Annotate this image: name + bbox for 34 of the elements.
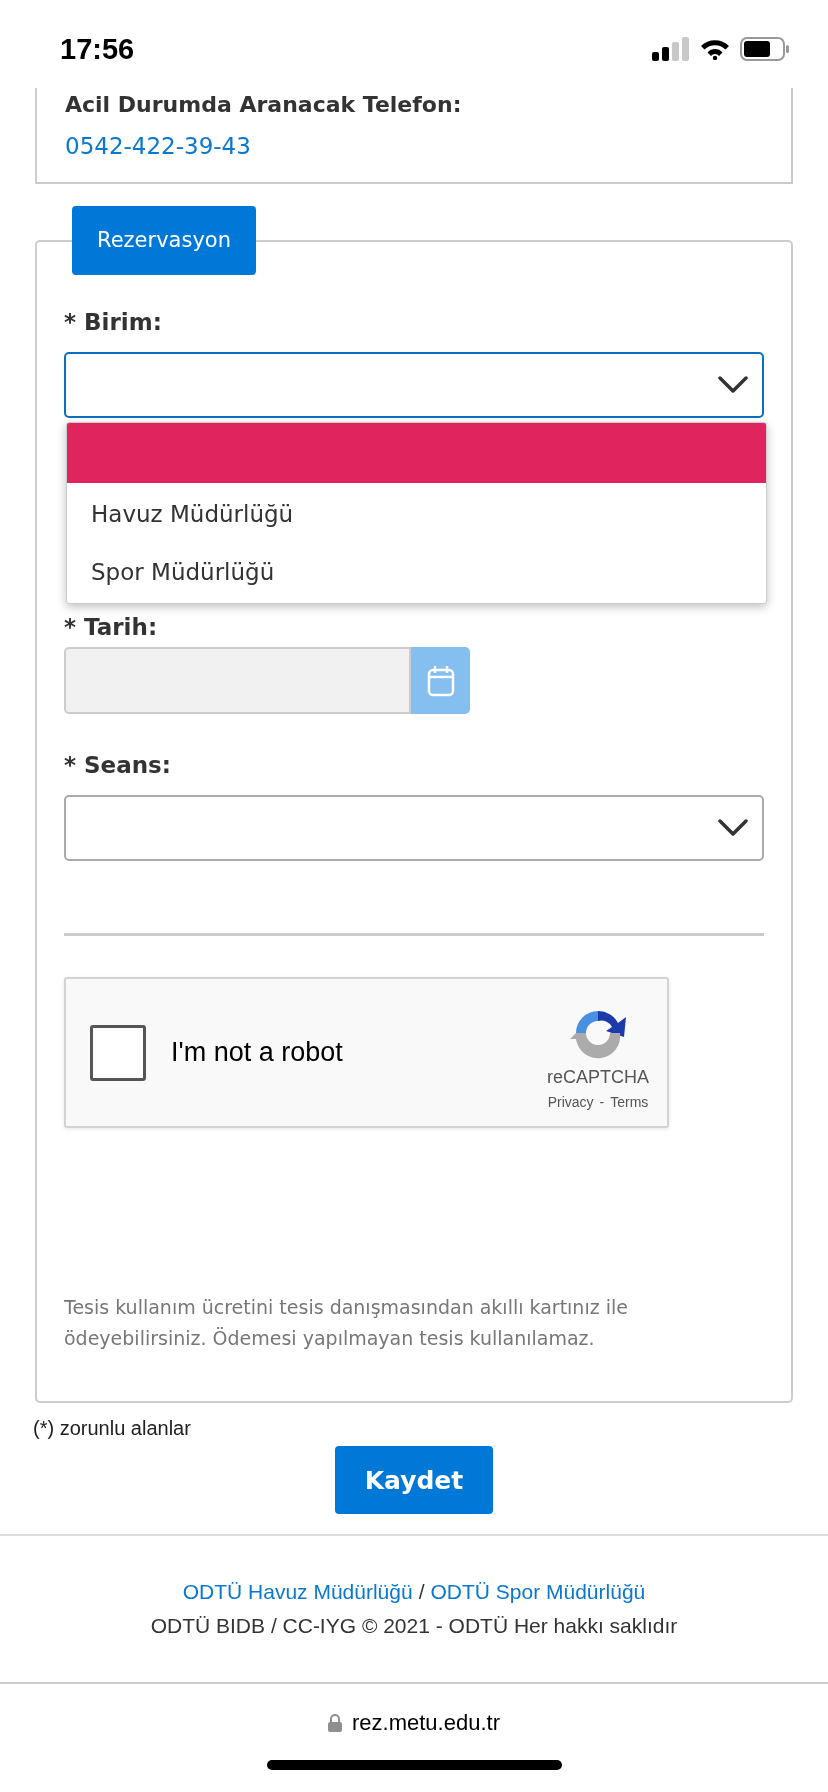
url-text[interactable]: rez.metu.edu.tr	[352, 1710, 500, 1736]
battery-icon	[740, 37, 790, 61]
signal-icon	[652, 37, 690, 61]
link-separator: -	[599, 1094, 605, 1110]
payment-note: Tesis kullanım ücretini tesis danışmasından akıllı kartınız ile ödeyebilirsiniz. Ödemesi yapılmayan tesis kullanılamaz.	[64, 1295, 629, 1351]
dropdown-option[interactable]: Havuz Müdürlüğü	[67, 483, 766, 545]
field-label: * Seans:	[64, 751, 172, 780]
link-separator: /	[418, 1580, 425, 1604]
select-field[interactable]	[64, 795, 764, 861]
captcha-label: I'm not a robot	[171, 1037, 344, 1068]
chevron-down-icon	[718, 819, 748, 837]
emergency-label: Acil Durumda Aranacak Telefon:	[65, 91, 463, 119]
field-label: * Birim:	[64, 308, 163, 337]
clock-time: 17:56	[60, 32, 135, 66]
wifi-icon	[700, 38, 730, 60]
footer-link[interactable]: ODTÜ Havuz Müdürlüğü	[182, 1580, 413, 1604]
lock-icon	[328, 1714, 342, 1732]
required-note: (*) zorunlu alanlar	[33, 1417, 192, 1440]
privacy-link[interactable]: Privacy	[547, 1094, 594, 1110]
calendar-icon	[426, 664, 455, 697]
field-label: * Tarih:	[64, 613, 159, 642]
section-legend: Rezervasyon	[72, 206, 256, 275]
footer-link[interactable]: ODTÜ Spor Müdürlüğü	[430, 1580, 646, 1604]
calendar-button[interactable]	[411, 647, 470, 714]
phone-link[interactable]: 0542-422-39-43	[65, 128, 251, 164]
select-field[interactable]	[64, 352, 764, 418]
terms-link[interactable]: Terms	[610, 1094, 649, 1110]
captcha-brand: reCAPTCHA	[547, 1067, 649, 1088]
checkbox[interactable]	[90, 1024, 146, 1081]
chevron-down-icon	[718, 376, 748, 394]
dropdown-option[interactable]: Spor Müdürlüğü	[67, 545, 766, 603]
save-button[interactable]: Kaydet	[335, 1446, 493, 1514]
copyright-text: ODTÜ BIDB / CC-IYG © 2021 - ODTÜ Her hakkı saklıdır	[150, 1614, 678, 1638]
date-field[interactable]	[64, 647, 411, 714]
